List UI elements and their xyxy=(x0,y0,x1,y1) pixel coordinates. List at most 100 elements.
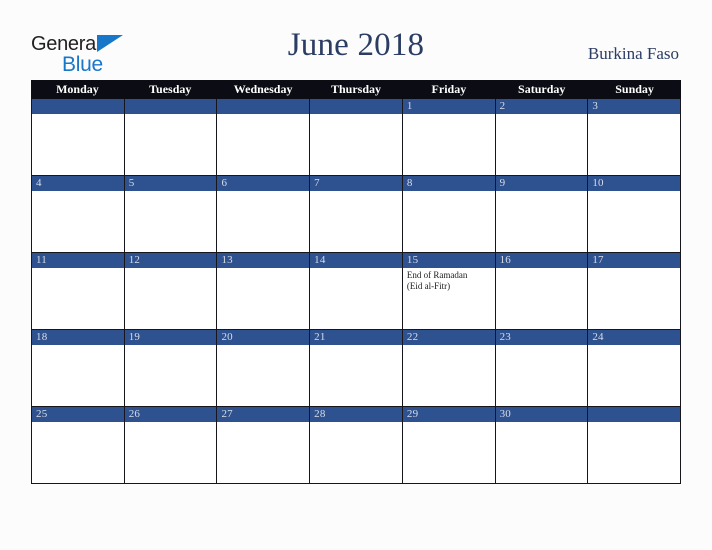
weekday-wednesday: Wednesday xyxy=(233,82,293,96)
day-cell[interactable] xyxy=(588,407,681,483)
day-events xyxy=(310,422,402,424)
day-number-bar: 12 xyxy=(124,253,217,268)
day-number-bar: 7 xyxy=(310,176,402,191)
day-number: 5 xyxy=(128,177,135,189)
day-number-bar: 25 xyxy=(32,407,124,422)
day-cell[interactable]: 22 xyxy=(402,330,496,406)
day-number: 13 xyxy=(221,254,233,266)
day-number-bar: 14 xyxy=(310,253,402,268)
day-cell[interactable]: 14 xyxy=(310,253,403,329)
day-number: 8 xyxy=(406,177,413,189)
week-row: 11 12 13 14 15 End of Ramadan (Eid al-Fitr… xyxy=(31,253,681,330)
day-cell[interactable]: 9 xyxy=(495,176,589,252)
day-cell[interactable]: 2 xyxy=(495,99,589,175)
calendar-page: General Blue June 2018 Burkina Faso Mond… xyxy=(0,0,712,550)
day-events xyxy=(403,345,495,347)
day-cell[interactable]: 18 xyxy=(32,330,125,406)
day-number-bar: 19 xyxy=(124,330,217,345)
day-number: 15 xyxy=(406,254,419,266)
day-events xyxy=(588,114,680,116)
day-events xyxy=(496,422,588,424)
day-number: 18 xyxy=(36,331,48,343)
day-events xyxy=(588,268,680,270)
day-number-bar: 24 xyxy=(588,330,681,345)
day-events xyxy=(125,191,217,193)
day-cell[interactable]: 8 xyxy=(402,176,496,252)
day-number: 4 xyxy=(36,177,42,189)
day-number: 25 xyxy=(36,408,48,420)
day-cell[interactable]: 30 xyxy=(495,407,589,483)
day-cell[interactable]: 4 xyxy=(32,176,125,252)
day-events xyxy=(32,422,124,424)
day-number: 10 xyxy=(592,177,604,189)
day-events xyxy=(403,191,495,193)
event-line: (Eid al-Fitr) xyxy=(406,281,451,291)
day-cell[interactable]: 10 xyxy=(588,176,681,252)
day-number: 11 xyxy=(36,254,47,266)
day-events xyxy=(217,114,309,116)
day-cell[interactable]: 23 xyxy=(495,330,589,406)
day-events xyxy=(125,114,217,116)
day-events xyxy=(310,345,402,347)
day-events xyxy=(32,345,124,347)
day-number-bar: 18 xyxy=(32,330,124,345)
day-cell[interactable]: 11 xyxy=(32,253,125,329)
day-events xyxy=(32,268,124,270)
day-cell[interactable] xyxy=(217,99,311,175)
day-number: 28 xyxy=(314,408,326,420)
week-row: 25 26 27 28 29 30 xyxy=(31,407,681,484)
day-cell[interactable]: 1 xyxy=(402,99,496,175)
day-cell[interactable]: 24 xyxy=(588,330,681,406)
day-events xyxy=(496,191,588,193)
day-cell[interactable]: 29 xyxy=(402,407,496,483)
day-cell[interactable]: 25 xyxy=(32,407,125,483)
day-cell[interactable]: 20 xyxy=(217,330,311,406)
day-cell[interactable]: 6 xyxy=(217,176,311,252)
day-cell[interactable]: 15 End of Ramadan (Eid al-Fitr) xyxy=(402,253,496,329)
day-number-bar: 6 xyxy=(217,176,310,191)
day-number-bar: 1 xyxy=(402,99,495,114)
day-cell[interactable]: 3 xyxy=(588,99,681,175)
day-cell[interactable]: 7 xyxy=(310,176,403,252)
day-cell[interactable]: 5 xyxy=(124,176,218,252)
day-cell[interactable]: 28 xyxy=(310,407,403,483)
day-events xyxy=(217,268,309,270)
day-number-bar xyxy=(310,99,402,114)
day-cell[interactable] xyxy=(310,99,403,175)
day-number: 29 xyxy=(406,408,419,420)
day-cell[interactable]: 26 xyxy=(124,407,218,483)
day-number-bar: 26 xyxy=(124,407,217,422)
day-number-bar xyxy=(217,99,310,114)
day-events xyxy=(32,114,124,116)
day-events xyxy=(125,345,217,347)
day-number-bar: 8 xyxy=(402,176,495,191)
day-number: 7 xyxy=(314,177,320,189)
day-cell[interactable] xyxy=(124,99,218,175)
day-cell[interactable] xyxy=(32,99,125,175)
weekday-friday: Friday xyxy=(431,82,467,96)
weekday-saturday: Saturday xyxy=(518,82,566,96)
day-cell[interactable]: 21 xyxy=(310,330,403,406)
day-number-bar: 29 xyxy=(402,407,495,422)
day-number-bar: 5 xyxy=(124,176,217,191)
day-number-bar: 3 xyxy=(588,99,681,114)
weekday-tuesday: Tuesday xyxy=(149,82,192,96)
day-number: 19 xyxy=(128,331,141,343)
day-number: 23 xyxy=(499,331,511,343)
day-number-bar: 22 xyxy=(402,330,495,345)
day-cell[interactable]: 27 xyxy=(217,407,311,483)
day-number-bar: 13 xyxy=(217,253,310,268)
day-number: 24 xyxy=(592,331,604,343)
day-events xyxy=(588,191,680,193)
day-cell[interactable]: 12 xyxy=(124,253,218,329)
page-header: General Blue June 2018 Burkina Faso xyxy=(0,0,712,80)
day-cell[interactable]: 13 xyxy=(217,253,311,329)
day-events xyxy=(217,345,309,347)
day-cell[interactable]: 19 xyxy=(124,330,218,406)
day-number: 1 xyxy=(406,100,413,112)
day-cell[interactable]: 17 xyxy=(588,253,681,329)
day-cell[interactable]: 16 xyxy=(495,253,589,329)
country-label: Burkina Faso xyxy=(587,44,679,63)
day-events xyxy=(125,268,217,270)
day-number-bar: 9 xyxy=(495,176,588,191)
